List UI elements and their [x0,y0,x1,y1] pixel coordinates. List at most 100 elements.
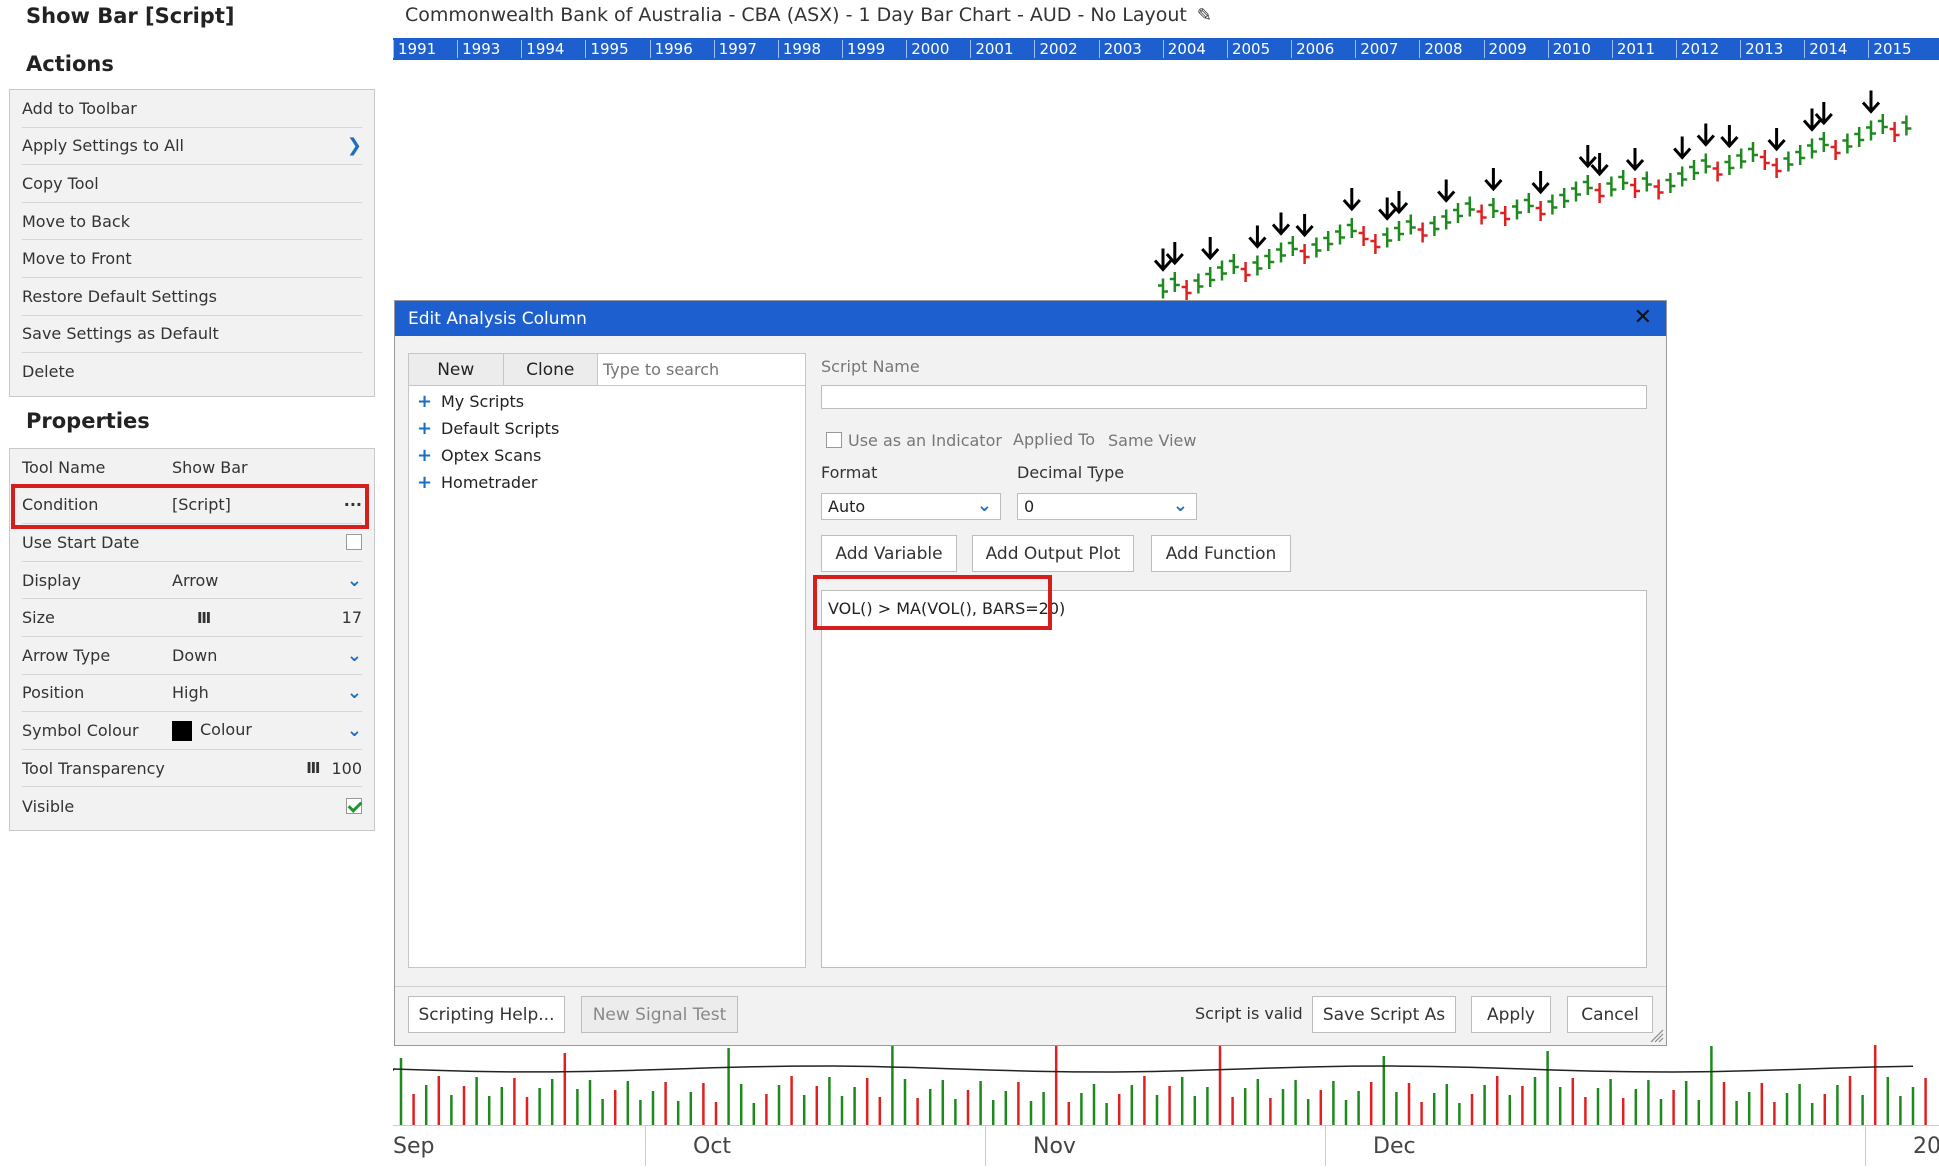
action-restore-default-settings[interactable]: Restore Default Settings [22,278,362,316]
prop-condition[interactable]: Condition [Script] ··· [22,487,362,525]
year-label: 2004 [1162,40,1206,58]
chevron-right-icon: ❯ [346,135,362,157]
search-input[interactable] [598,354,805,385]
resize-grip-icon[interactable] [1648,1027,1664,1043]
volume-chart[interactable] [393,1045,1939,1125]
script-name-input[interactable] [821,385,1647,409]
price-bar [1429,216,1440,236]
year-label: 2014 [1804,40,1847,58]
add-variable-button[interactable]: Add Variable [821,535,957,572]
use-start-date-checkbox[interactable] [346,534,362,551]
chevron-down-icon[interactable]: ⌄ [347,682,362,703]
price-chart[interactable] [393,60,1939,300]
scripting-help-button[interactable]: Scripting Help... [408,996,565,1033]
price-bar [1866,120,1876,141]
tool-name-value[interactable]: Show Bar [172,458,362,477]
script-editor[interactable]: VOL() > MA(VOL(), BARS=20) [821,590,1647,968]
price-bar [1889,122,1900,142]
save-script-as-button[interactable]: Save Script As [1312,996,1456,1033]
month-tick [1325,1126,1326,1166]
year-label: 1995 [585,40,629,58]
action-move-to-front[interactable]: Move to Front [22,240,362,278]
prop-size[interactable]: Size Ⅲ 17 [22,599,362,637]
tree-item-hometrader[interactable]: + Hometrader [409,469,805,496]
price-bar [1299,244,1310,264]
prop-display[interactable]: Display Arrow ⌄ [22,562,362,600]
tab-clone[interactable]: Clone [503,354,598,385]
slider-icon[interactable]: Ⅲ [197,609,211,627]
plus-icon[interactable]: + [417,472,441,493]
tab-new[interactable]: New [409,354,504,385]
chevron-down-icon[interactable]: ⌄ [347,645,362,666]
slider-icon[interactable]: Ⅲ [306,759,320,777]
pencil-icon[interactable]: ✎ [1197,5,1212,26]
down-arrow-icon [1673,136,1692,160]
prop-position[interactable]: Position High ⌄ [22,675,362,713]
chevron-down-icon[interactable]: ⌄ [347,720,362,741]
add-output-plot-button[interactable]: Add Output Plot [972,535,1134,572]
script-name-label: Script Name [821,357,920,376]
down-arrow-icon [1814,102,1833,126]
price-bar [1783,151,1794,172]
down-arrow-icon [1590,153,1609,177]
plus-icon[interactable]: + [417,418,441,439]
prop-arrow-type[interactable]: Arrow Type Down ⌄ [22,637,362,675]
price-bar [1736,148,1747,169]
arrow-type-value: Down [172,645,218,665]
apply-button[interactable]: Apply [1471,996,1551,1033]
down-arrow-icon [1625,148,1645,172]
price-bar [1240,262,1251,282]
use-as-indicator-checkbox[interactable] [826,432,842,448]
tree-item-default-scripts[interactable]: + Default Scripts [409,415,805,442]
price-bar [1205,267,1216,287]
price-bar [1842,133,1853,154]
price-bar [1193,273,1204,294]
tree-item-optex-scans[interactable]: + Optex Scans [409,442,805,469]
add-function-button[interactable]: Add Function [1151,535,1291,572]
applied-to-label: Applied To [1013,430,1096,449]
close-icon[interactable]: ✕ [1634,305,1652,330]
decimal-type-dropdown[interactable]: 0 ⌄ [1017,493,1197,520]
format-dropdown[interactable]: Auto ⌄ [821,493,1001,520]
price-bar [1311,237,1322,258]
year-label: 1991 [393,40,436,58]
year-label: 2007 [1355,40,1398,58]
price-bar [1689,160,1699,180]
plus-icon[interactable]: + [417,391,441,412]
price-bar [1358,226,1369,246]
action-copy-tool[interactable]: Copy Tool [22,165,362,203]
dialog-footer-divider [395,986,1666,987]
action-move-to-back[interactable]: Move to Back [22,203,362,241]
prop-symbol-colour[interactable]: Symbol Colour Colour ⌄ [22,712,362,750]
prop-tool-name: Tool Name Show Bar [22,449,362,487]
chevron-down-icon: ⌄ [976,495,992,516]
cancel-button[interactable]: Cancel [1567,996,1653,1033]
action-save-settings-as-default[interactable]: Save Settings as Default [22,316,362,354]
year-label: 1999 [842,40,885,58]
prop-tool-transparency[interactable]: Tool Transparency Ⅲ 100 [22,750,362,788]
month-label: Nov [1033,1134,1076,1159]
down-arrow-icon [1153,248,1173,272]
script-status: Script is valid [1195,1004,1303,1023]
dialog-titlebar[interactable]: Edit Analysis Column ✕ [395,301,1666,336]
more-options-icon[interactable]: ··· [344,495,362,514]
tree-item-my-scripts[interactable]: + My Scripts [409,388,805,415]
new-signal-test-button[interactable]: New Signal Test [581,996,738,1033]
colour-swatch[interactable] [172,720,192,741]
price-bar [1217,260,1227,281]
down-arrow-icon [1720,125,1739,149]
actions-heading: Actions [26,52,114,76]
action-delete[interactable]: Delete [22,353,362,391]
year-label: 2002 [1034,40,1078,58]
properties-panel: Show Bar [Script] Actions Add to Toolbar… [0,0,385,1171]
year-label: 2003 [1098,40,1142,58]
chevron-down-icon[interactable]: ⌄ [347,570,362,591]
year-label: 2015 [1868,40,1912,58]
price-bar [1158,278,1168,299]
action-apply-settings-to-all[interactable]: Apply Settings to All ❯ [22,128,362,166]
chart-title: Commonwealth Bank of Australia - CBA (AS… [405,4,1212,26]
plus-icon[interactable]: + [417,445,441,466]
visible-checkbox[interactable] [346,798,362,815]
action-add-to-toolbar[interactable]: Add to Toolbar [22,90,362,128]
down-arrow-icon [1578,145,1597,169]
